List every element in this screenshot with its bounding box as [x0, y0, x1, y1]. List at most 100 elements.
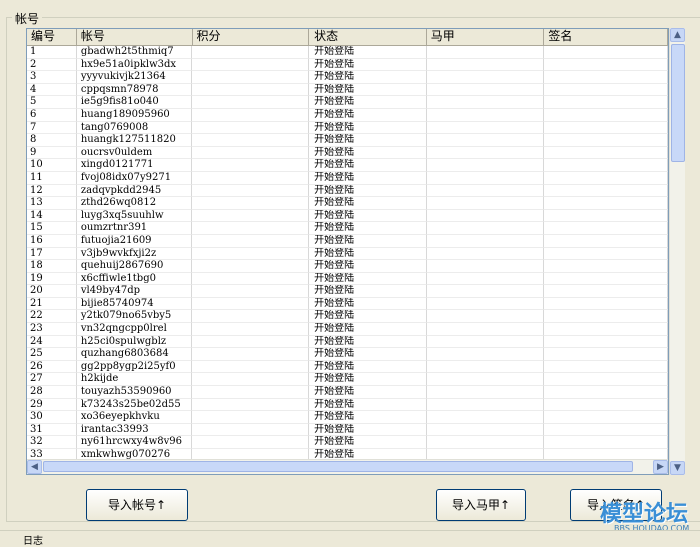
cell-id: 30: [27, 411, 77, 424]
cell-vest: [426, 247, 545, 261]
table-row[interactable]: 7 tang0769008 开始登陆: [27, 121, 668, 135]
scroll-down-icon[interactable]: ▼: [670, 461, 685, 475]
table-row[interactable]: 27 h2kijde 开始登陆: [27, 373, 668, 387]
cell-status: 开始登陆: [309, 297, 427, 311]
table-row[interactable]: 17 v3jb9wvkfxji2z 开始登陆: [27, 247, 668, 261]
cell-id: 2: [27, 58, 77, 72]
cell-signature: [544, 121, 668, 135]
cell-id: 7: [27, 121, 77, 135]
cell-score: [192, 46, 310, 59]
column-header-vest[interactable]: 马甲: [427, 29, 545, 45]
cell-vest: [426, 297, 545, 311]
table-row[interactable]: 32 ny61hrcwxy4w8v96 开始登陆: [27, 436, 668, 449]
cell-account: cppqsmn78978: [76, 83, 193, 97]
cell-status: 开始登陆: [309, 209, 427, 223]
vertical-scroll-thumb[interactable]: [671, 44, 685, 162]
import-vests-button[interactable]: 导入马甲↑: [436, 489, 526, 521]
table-row[interactable]: 19 x6cffiwle1tbg0 开始登陆: [27, 272, 668, 286]
cell-vest: [426, 134, 545, 147]
cell-status: 开始登陆: [309, 386, 427, 399]
column-header-signature[interactable]: 签名: [544, 29, 668, 45]
table-row[interactable]: 22 y2tk079no65vby5 开始登陆: [27, 310, 668, 324]
scroll-right-icon[interactable]: ▶: [653, 460, 668, 474]
cell-status: 开始登陆: [309, 310, 427, 324]
cell-account: k73243s25be02d55: [76, 398, 193, 412]
table-row[interactable]: 1 gbadwh2t5thmiq7 开始登陆: [27, 46, 668, 59]
column-header-score[interactable]: 积分: [193, 29, 310, 45]
table-row[interactable]: 18 quehuij2867690 开始登陆: [27, 260, 668, 273]
group-title: 帐号: [12, 10, 43, 27]
table-row[interactable]: 10 xingd0121771 开始登陆: [27, 159, 668, 172]
cell-vest: [426, 373, 545, 387]
cell-vest: [426, 83, 545, 97]
cell-vest: [426, 260, 545, 273]
accounts-list[interactable]: 编号 帐号 积分 状态 马甲 签名 1 gbadwh2t5thmiq7 开始登陆 2 h…: [26, 28, 669, 475]
cell-account: irantac33993: [76, 423, 193, 437]
cell-status: 开始登陆: [309, 146, 427, 160]
import-accounts-button[interactable]: 导入帐号↑: [86, 489, 188, 521]
cell-vest: [426, 184, 545, 198]
cell-score: [192, 146, 310, 160]
cell-signature: [544, 71, 668, 84]
cell-account: oucrsv0uldem: [76, 146, 193, 160]
table-row[interactable]: 12 zadqvpkdd2945 开始登陆: [27, 184, 668, 198]
table-row[interactable]: 5 ie5g9fis81o040 开始登陆: [27, 96, 668, 109]
table-row[interactable]: 8 huangk127511820 开始登陆: [27, 134, 668, 147]
table-row[interactable]: 6 huang189095960 开始登陆: [27, 108, 668, 122]
cell-score: [192, 360, 310, 374]
cell-score: [192, 411, 310, 424]
table-row[interactable]: 30 xo36eyepkhvku 开始登陆: [27, 411, 668, 424]
table-row[interactable]: 3 yyyvukivjk21364 开始登陆: [27, 71, 668, 84]
cell-score: [192, 58, 310, 72]
cell-score: [192, 121, 310, 135]
cell-vest: [426, 285, 545, 298]
cell-vest: [426, 46, 545, 59]
column-header-status[interactable]: 状态: [309, 29, 427, 45]
cell-vest: [426, 272, 545, 286]
cell-id: 18: [27, 260, 77, 273]
cell-score: [192, 134, 310, 147]
cell-vest: [426, 411, 545, 424]
table-row[interactable]: 14 luyg3xq5suuhlw 开始登陆: [27, 209, 668, 223]
table-row[interactable]: 13 zthd26wq0812 开始登陆: [27, 197, 668, 210]
scroll-left-icon[interactable]: ◀: [27, 460, 42, 474]
cell-status: 开始登陆: [309, 108, 427, 122]
scroll-up-icon[interactable]: ▲: [670, 28, 685, 42]
cell-id: 24: [27, 335, 77, 349]
table-row[interactable]: 9 oucrsv0uldem 开始登陆: [27, 146, 668, 160]
table-row[interactable]: 28 touyazh53590960 开始登陆: [27, 386, 668, 399]
cell-vest: [426, 348, 545, 361]
cell-id: 15: [27, 222, 77, 235]
table-row[interactable]: 25 quzhang6803684 开始登陆: [27, 348, 668, 361]
cell-account: xingd0121771: [76, 159, 193, 172]
cell-status: 开始登陆: [309, 121, 427, 135]
table-row[interactable]: 20 vl49by47dp 开始登陆: [27, 285, 668, 298]
cell-signature: [544, 335, 668, 349]
log-group-edge: 日志: [0, 530, 700, 547]
table-row[interactable]: 23 vn32qngcpp0lrel 开始登陆: [27, 323, 668, 336]
horizontal-scrollbar[interactable]: ◀ ▶: [27, 459, 668, 474]
cell-vest: [426, 310, 545, 324]
table-row[interactable]: 11 fvoj08idx07y9271 开始登陆: [27, 171, 668, 185]
table-row[interactable]: 4 cppqsmn78978 开始登陆: [27, 83, 668, 97]
cell-id: 17: [27, 247, 77, 261]
table-row[interactable]: 15 oumzrtnr391 开始登陆: [27, 222, 668, 235]
table-row[interactable]: 21 bijie85740974 开始登陆: [27, 297, 668, 311]
cell-score: [192, 310, 310, 324]
table-row[interactable]: 31 irantac33993 开始登陆: [27, 423, 668, 437]
table-row[interactable]: 16 futuojia21609 开始登陆: [27, 234, 668, 248]
table-row[interactable]: 29 k73243s25be02d55 开始登陆: [27, 398, 668, 412]
cell-id: 20: [27, 285, 77, 298]
table-row[interactable]: 2 hx9e51a0ipklw3dx 开始登陆: [27, 58, 668, 72]
cell-id: 12: [27, 184, 77, 198]
horizontal-scroll-thumb[interactable]: [43, 461, 633, 472]
table-row[interactable]: 24 h25ci0spulwgblz 开始登陆: [27, 335, 668, 349]
cell-id: 6: [27, 108, 77, 122]
cell-signature: [544, 272, 668, 286]
vertical-scrollbar[interactable]: ▲ ▼: [669, 28, 685, 475]
cell-account: bijie85740974: [76, 297, 193, 311]
column-header-id[interactable]: 编号: [27, 29, 77, 45]
column-header-account[interactable]: 帐号: [77, 29, 193, 45]
cell-id: 4: [27, 83, 77, 97]
table-row[interactable]: 26 gg2pp8ygp2i25yf0 开始登陆: [27, 360, 668, 374]
